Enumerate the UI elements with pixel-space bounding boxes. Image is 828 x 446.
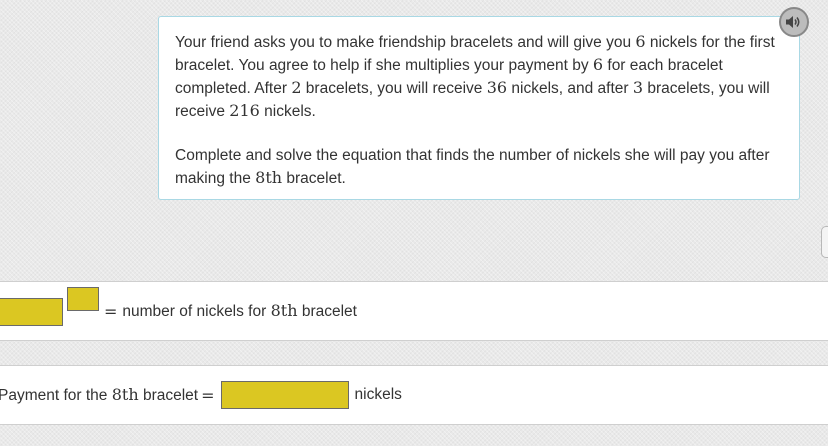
problem-statement: Your friend asks you to make friendship … [158, 16, 800, 200]
side-panel-tab[interactable] [821, 226, 828, 258]
equation-row-1: = number of nickels for 8th bracelet [0, 281, 828, 341]
speaker-icon [786, 16, 800, 28]
exponent-answer-blank[interactable] [67, 287, 99, 311]
equation-2-label: Payment for the 8th bracelet [0, 385, 199, 404]
problem-paragraph-1: Your friend asks you to make friendship … [175, 32, 775, 120]
equation-row-2: Payment for the 8th bracelet = nickels [0, 365, 828, 425]
problem-paragraph-2: Complete and solve the equation that fin… [175, 147, 770, 187]
unit-label: nickels [354, 386, 402, 403]
equals-sign: = [201, 385, 215, 405]
base-answer-blank[interactable] [0, 298, 63, 326]
equals-sign: = [104, 301, 118, 321]
audio-button[interactable] [779, 7, 809, 37]
equation-1-label: number of nickels for 8th bracelet [122, 301, 357, 320]
payment-answer-blank[interactable] [220, 381, 349, 409]
